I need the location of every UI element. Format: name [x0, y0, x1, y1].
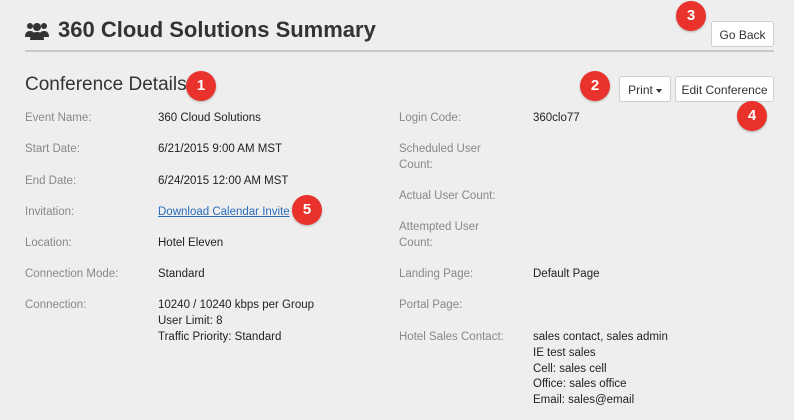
portal-page-label: Portal Page:: [399, 299, 463, 311]
invitation-label: Invitation:: [25, 206, 75, 218]
landing-page-value: Default Page: [533, 268, 600, 280]
start-date-label: Start Date:: [25, 143, 80, 155]
login-code-label: Login Code:: [399, 112, 462, 124]
users-icon: [25, 23, 49, 40]
event-name-value: 360 Cloud Solutions: [158, 112, 261, 124]
connection-bandwidth: 10240 / 10240 kbps per Group: [158, 299, 315, 311]
caret-down-icon: [655, 88, 662, 93]
hotel-sales-contact-team: IE test sales: [533, 347, 596, 359]
annotation-badge-2: 2: [580, 71, 610, 101]
attempted-user-count-label-2: Count:: [399, 237, 433, 249]
location-label: Location:: [25, 237, 72, 249]
annotation-badge-1: 1: [186, 71, 216, 101]
connection-traffic-priority: Traffic Priority: Standard: [158, 331, 282, 343]
hotel-sales-contact-office: Office: sales office: [533, 378, 627, 390]
end-date-value: 6/24/2015 12:00 AM MST: [158, 175, 289, 187]
event-name-label: Event Name:: [25, 112, 92, 124]
connection-label: Connection:: [25, 299, 87, 311]
print-button[interactable]: Print: [619, 76, 671, 102]
start-date-value: 6/21/2015 9:00 AM MST: [158, 143, 283, 155]
hotel-sales-contact-cell: Cell: sales cell: [533, 363, 607, 375]
connection-mode-value: Standard: [158, 268, 205, 280]
scheduled-user-count-label: Scheduled User: [399, 143, 481, 155]
section-title: Conference Details: [25, 74, 187, 95]
connection-user-limit: User Limit: 8: [158, 315, 223, 327]
attempted-user-count-label: Attempted User: [399, 221, 479, 233]
print-label: Print: [628, 83, 653, 97]
hotel-sales-contact-name: sales contact, sales admin: [533, 331, 668, 343]
landing-page-label: Landing Page:: [399, 268, 474, 280]
download-calendar-invite-link[interactable]: Download Calendar Invite: [158, 204, 290, 220]
annotation-badge-4: 4: [737, 101, 767, 131]
scheduled-user-count-label-2: Count:: [399, 159, 433, 171]
hotel-sales-contact-label: Hotel Sales Contact:: [399, 331, 504, 343]
page-title: 360 Cloud Solutions Summary: [58, 17, 376, 42]
go-back-button[interactable]: Go Back: [711, 21, 774, 47]
hotel-sales-contact-email: Email: sales@email: [533, 394, 635, 406]
connection-mode-label: Connection Mode:: [25, 268, 119, 280]
end-date-label: End Date:: [25, 175, 77, 187]
page-header: 360 Cloud Solutions Summary: [25, 16, 774, 52]
annotation-badge-3: 3: [676, 1, 706, 31]
edit-conference-button[interactable]: Edit Conference: [675, 76, 774, 102]
location-value: Hotel Eleven: [158, 237, 224, 249]
annotation-badge-5: 5: [292, 195, 322, 225]
actual-user-count-label: Actual User Count:: [399, 190, 496, 202]
login-code-value: 360clo77: [533, 112, 580, 124]
